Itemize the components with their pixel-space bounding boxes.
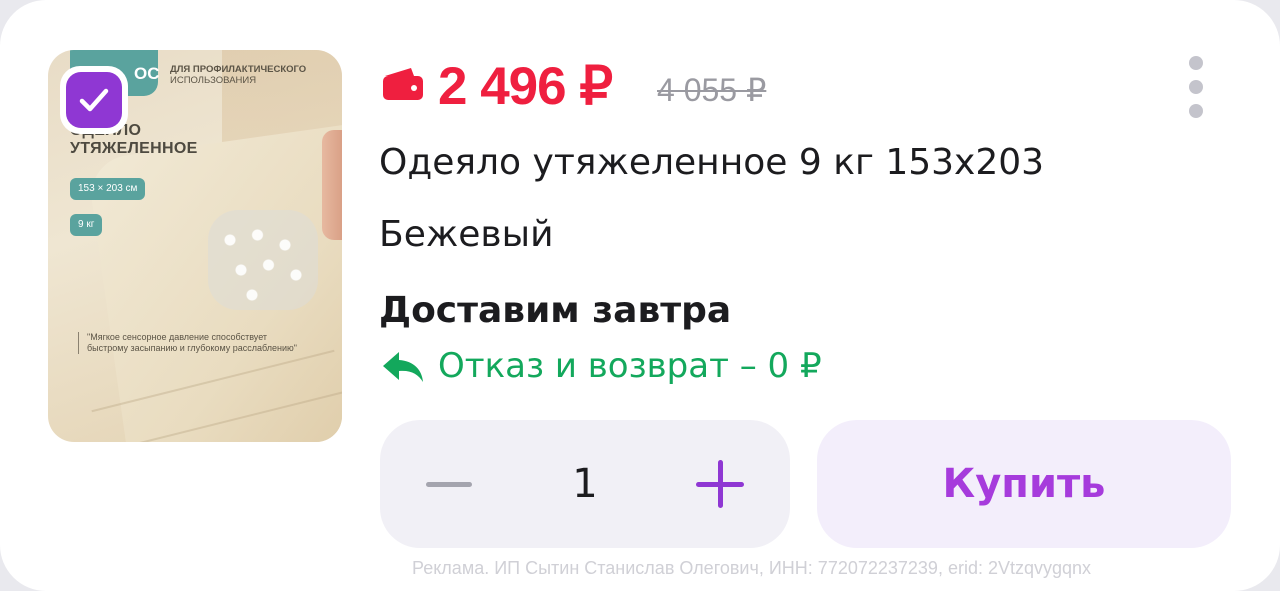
- minus-icon: [426, 482, 472, 487]
- image-hand: [322, 130, 342, 240]
- image-bubble-fill: [208, 210, 318, 310]
- image-tagline-line2: ИСПОЛЬЗОВАНИЯ: [170, 75, 257, 86]
- select-checkbox[interactable]: [60, 66, 128, 134]
- decrease-quantity-button[interactable]: [416, 456, 476, 512]
- menu-dot: [1189, 80, 1203, 94]
- checkmark-icon: [79, 88, 109, 112]
- plus-icon-stroke: [718, 460, 723, 508]
- return-policy[interactable]: Отказ и возврат – 0 ₽: [438, 344, 822, 388]
- increase-quantity-button[interactable]: [690, 456, 750, 512]
- current-price: 2 496 ₽: [438, 57, 613, 116]
- image-weight-pill: 9 кг: [70, 214, 103, 236]
- menu-dot: [1189, 56, 1203, 70]
- quantity-value: 1: [572, 461, 598, 507]
- product-card: ОС ДЛЯ ПРОФИЛАКТИЧЕСКОГО ИСПОЛЬЗОВАНИЯ О…: [0, 0, 1280, 591]
- product-title[interactable]: Одеяло утяжеленное 9 кг 153х203: [379, 140, 1044, 186]
- ad-disclaimer: Реклама. ИП Сытин Станислав Олегович, ИН…: [412, 558, 1092, 578]
- image-tagline-line1: ДЛЯ ПРОФИЛАКТИЧЕСКОГО: [170, 64, 307, 75]
- image-quote: "Мягкое сенсорное давление способствует …: [78, 332, 298, 354]
- menu-dot: [1189, 104, 1203, 118]
- checkbox-fill: [66, 72, 122, 128]
- return-arrow-icon: [383, 352, 423, 382]
- old-price: 4 055 ₽: [657, 72, 767, 108]
- product-color: Бежевый: [379, 214, 554, 255]
- wallet-icon: [383, 68, 423, 100]
- quantity-stepper: 1: [380, 420, 790, 548]
- brand-logo-text: ОС: [134, 64, 160, 83]
- image-size-pill: 153 × 203 см: [70, 178, 146, 200]
- image-title-line2: УТЯЖЕЛЕННОЕ: [70, 140, 198, 157]
- delivery-info: Доставим завтра: [379, 290, 732, 331]
- more-vertical-icon[interactable]: [1180, 52, 1212, 122]
- buy-button[interactable]: Купить: [817, 420, 1231, 548]
- image-tagline: ДЛЯ ПРОФИЛАКТИЧЕСКОГО ИСПОЛЬЗОВАНИЯ: [170, 64, 340, 86]
